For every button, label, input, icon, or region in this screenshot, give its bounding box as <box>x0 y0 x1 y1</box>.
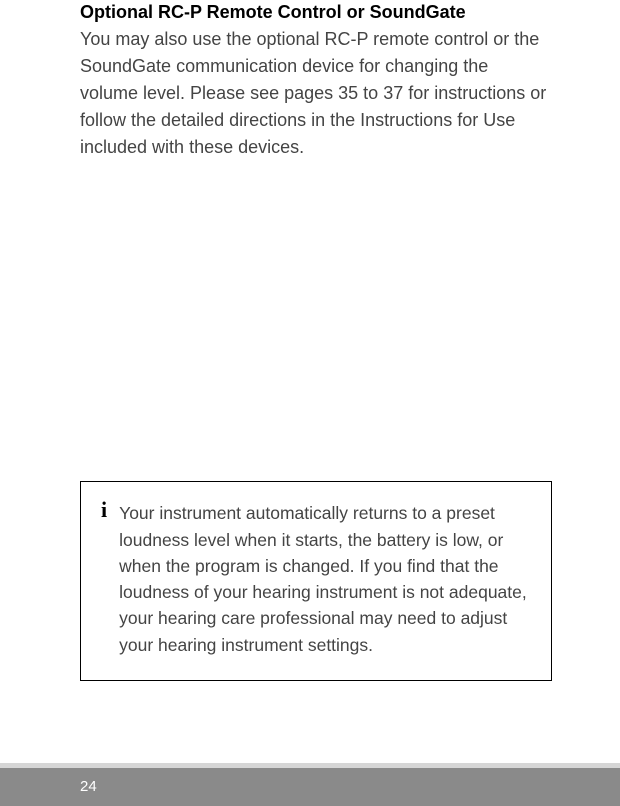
section-body: You may also use the optional RC-P remot… <box>80 26 550 161</box>
info-text: Your instrument automatically returns to… <box>119 500 531 658</box>
page-number: 24 <box>80 778 97 795</box>
info-icon: i <box>101 498 107 522</box>
section-heading: Optional RC-P Remote Control or SoundGat… <box>80 0 550 24</box>
info-callout: i Your instrument automatically returns … <box>80 481 552 681</box>
footer-stripe-dark: 24 <box>0 768 620 806</box>
page-footer: 24 <box>0 763 620 806</box>
